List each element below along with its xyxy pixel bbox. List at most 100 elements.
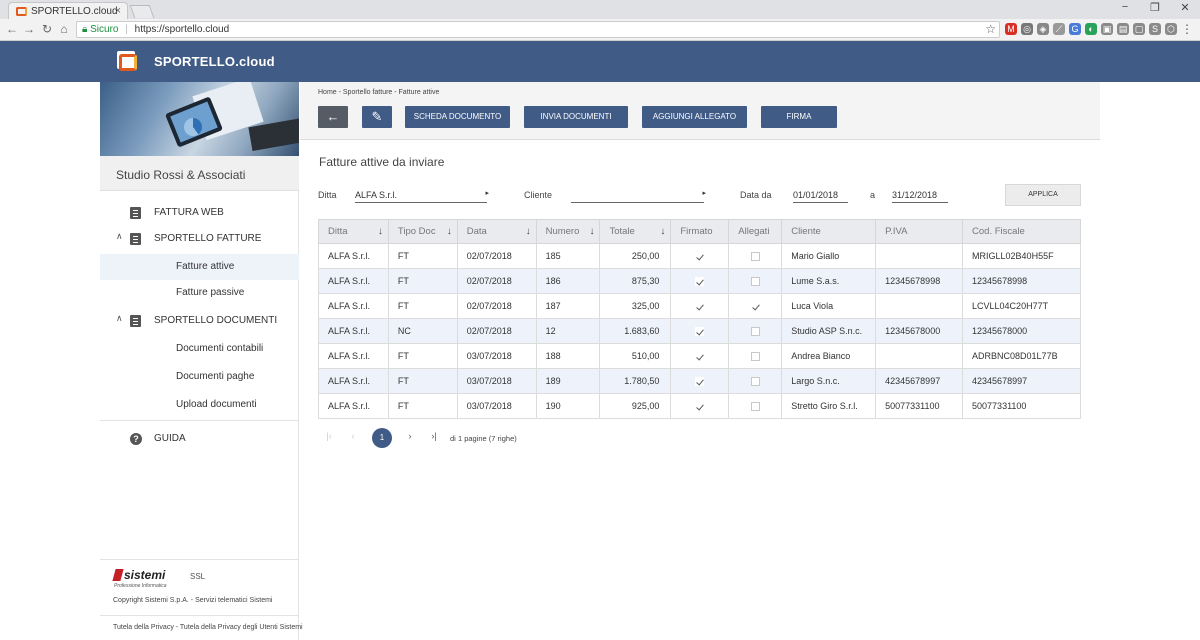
allegati-checkbox[interactable] bbox=[750, 352, 760, 362]
table-row[interactable]: ALFA S.r.l. FT 02/07/2018 187 325,00 Luca Vio… bbox=[318, 293, 1081, 319]
table-row[interactable]: ALFA S.r.l. FT 03/07/2018 189 1.780,50 Largo … bbox=[318, 368, 1081, 394]
aggiungi-allegato-button[interactable]: AGGIUNGI ALLEGATO bbox=[642, 106, 747, 128]
back-button[interactable]: ← bbox=[318, 106, 348, 128]
table-row[interactable]: ALFA S.r.l. FT 02/07/2018 185 250,00 Mario Gi… bbox=[318, 243, 1081, 269]
sidebar-item-documenti-paghe[interactable]: Documenti paghe bbox=[100, 364, 299, 390]
sistemi-logo[interactable]: sistemi Professione Informatica bbox=[112, 568, 178, 589]
firmato-checkbox[interactable] bbox=[695, 327, 705, 337]
ditta-select[interactable]: ALFA S.r.l. ▸ bbox=[355, 186, 489, 203]
sidebar-item-guida[interactable]: ? GUIDA bbox=[100, 426, 299, 452]
sidebar-item-fatture-passive[interactable]: Fatture passive bbox=[100, 280, 299, 306]
last-page-icon[interactable]: ›| bbox=[428, 431, 440, 441]
sidebar-item-fatture-attive[interactable]: Fatture attive bbox=[100, 254, 299, 280]
table-row[interactable]: ALFA S.r.l. FT 02/07/2018 186 875,30 Lume S.a… bbox=[318, 268, 1081, 294]
allegati-checkbox[interactable] bbox=[750, 377, 760, 387]
allegati-checkbox[interactable] bbox=[750, 277, 760, 287]
column-header-data[interactable]: Data ↓ bbox=[456, 219, 537, 244]
translate-icon[interactable]: G bbox=[1069, 23, 1081, 35]
privacy-link[interactable]: Tutela della Privacy - Tutela della Priv… bbox=[113, 624, 303, 631]
cell-totale: 510,00 bbox=[599, 343, 672, 369]
firmato-checkbox[interactable] bbox=[695, 402, 705, 412]
app-logo-icon[interactable] bbox=[117, 51, 137, 71]
sidebar-item-sportello-documenti[interactable]: ∧ SPORTELLO DOCUMENTI bbox=[100, 308, 299, 334]
firmato-checkbox[interactable] bbox=[695, 277, 705, 287]
first-page-icon[interactable]: |‹ bbox=[323, 431, 335, 441]
chevron-up-icon[interactable]: ∧ bbox=[116, 313, 123, 324]
feather-ext-icon[interactable]: ⟋ bbox=[1053, 23, 1065, 35]
table-row[interactable]: ALFA S.r.l. FT 03/07/2018 188 510,00 Andrea B… bbox=[318, 343, 1081, 369]
grammar-icon[interactable]: ◐ bbox=[1085, 23, 1097, 35]
column-header-numero[interactable]: Numero ↓ bbox=[535, 219, 601, 244]
cell-ditta: ALFA S.r.l. bbox=[318, 393, 389, 419]
minimize-icon[interactable]: − bbox=[1114, 1, 1136, 13]
shield-ext-icon[interactable]: ◈ bbox=[1037, 23, 1049, 35]
close-window-icon[interactable]: ✕ bbox=[1174, 1, 1196, 14]
sort-down-icon[interactable]: ↓ bbox=[660, 226, 665, 237]
secure-label: Sicuro bbox=[90, 24, 119, 35]
firmato-checkbox[interactable] bbox=[695, 377, 705, 387]
allegati-checkbox[interactable] bbox=[750, 327, 760, 337]
firmato-checkbox[interactable] bbox=[695, 352, 705, 362]
firmato-checkbox[interactable] bbox=[695, 302, 705, 312]
sidebar-item-label: Fatture passive bbox=[176, 287, 245, 298]
column-header-totale[interactable]: Totale ↓ bbox=[599, 219, 672, 244]
home-icon[interactable]: ⌂ bbox=[57, 22, 71, 36]
new-tab-button[interactable] bbox=[129, 5, 155, 18]
cliente-select[interactable]: ▸ bbox=[571, 186, 706, 203]
url-field[interactable]: 🔒︎ Sicuro | https://sportello.cloud ☆ bbox=[76, 21, 1000, 38]
ext-gray-1-icon[interactable]: ▣ bbox=[1101, 23, 1113, 35]
ext-gray-4-icon[interactable]: ⬡ bbox=[1165, 23, 1177, 35]
prev-page-icon[interactable]: ‹ bbox=[347, 431, 359, 441]
sort-down-icon[interactable]: ↓ bbox=[447, 226, 452, 237]
data-a-field[interactable]: 31/12/2018 bbox=[892, 186, 948, 203]
sidebar-item-sportello-fatture[interactable]: ∧ SPORTELLO FATTURE bbox=[100, 226, 299, 252]
table-row[interactable]: ALFA S.r.l. FT 03/07/2018 190 925,00 Stretto … bbox=[318, 393, 1081, 419]
invia-documenti-button[interactable]: INVIA DOCUMENTI bbox=[524, 106, 628, 128]
forward-nav-icon[interactable]: → bbox=[22, 22, 36, 36]
sidebar-item-fattura-web[interactable]: FATTURA WEB bbox=[100, 200, 299, 226]
gmail-icon[interactable]: M bbox=[1005, 23, 1017, 35]
edit-button[interactable]: ✎ bbox=[362, 106, 392, 128]
table-row[interactable]: ALFA S.r.l. NC 02/07/2018 12 1.683,60 Studio … bbox=[318, 318, 1081, 344]
ext-gray-3-icon[interactable]: ▢ bbox=[1133, 23, 1145, 35]
sidebar-item-label: GUIDA bbox=[154, 433, 186, 444]
bookmark-star-icon[interactable]: ☆ bbox=[985, 22, 996, 36]
menu-dots-icon[interactable]: ⋮ bbox=[1181, 23, 1193, 35]
current-page-button[interactable]: 1 bbox=[372, 428, 392, 448]
column-header-tipo-doc[interactable]: Tipo Doc ↓ bbox=[387, 219, 458, 244]
sort-down-icon[interactable]: ↓ bbox=[378, 226, 383, 237]
chevron-up-icon[interactable]: ∧ bbox=[116, 231, 123, 242]
back-nav-icon[interactable]: ← bbox=[5, 22, 19, 36]
ext-gray-2-icon[interactable]: ▤ bbox=[1117, 23, 1129, 35]
restore-icon[interactable]: ❐ bbox=[1144, 1, 1166, 14]
cell-data: 02/07/2018 bbox=[456, 293, 537, 319]
opera-icon[interactable]: ◎ bbox=[1021, 23, 1033, 35]
breadcrumb[interactable]: Home - Sportello fatture - Fatture attiv… bbox=[318, 89, 439, 96]
sidebar-item-documenti-contabili[interactable]: Documenti contabili bbox=[100, 336, 299, 362]
cell-allegati bbox=[728, 243, 783, 269]
sort-down-icon[interactable]: ↓ bbox=[589, 226, 594, 237]
allegati-checkbox[interactable] bbox=[750, 402, 760, 412]
close-tab-icon[interactable]: × bbox=[115, 5, 121, 17]
column-header-ditta[interactable]: Ditta ↓ bbox=[318, 219, 389, 244]
scheda-documento-button[interactable]: SCHEDA DOCUMENTO bbox=[405, 106, 510, 128]
cell-piva bbox=[875, 343, 964, 369]
firma-button[interactable]: FIRMA bbox=[761, 106, 837, 128]
sort-down-icon[interactable]: ↓ bbox=[526, 226, 531, 237]
data-da-field[interactable]: 01/01/2018 bbox=[793, 186, 848, 203]
applica-button[interactable]: APPLICA bbox=[1005, 184, 1081, 206]
skype-icon[interactable]: S bbox=[1149, 23, 1161, 35]
copyright-text: Copyright Sistemi S.p.A. - Servizi telem… bbox=[113, 597, 273, 604]
allegati-checkbox[interactable] bbox=[750, 302, 760, 312]
firmato-checkbox[interactable] bbox=[695, 252, 705, 262]
next-page-icon[interactable]: › bbox=[404, 431, 416, 441]
cell-ditta: ALFA S.r.l. bbox=[318, 268, 389, 294]
reload-icon[interactable]: ↻ bbox=[40, 22, 54, 36]
cell-piva bbox=[875, 293, 964, 319]
table-body: ALFA S.r.l. FT 02/07/2018 185 250,00 Mario Gi… bbox=[318, 243, 1081, 419]
cell-totale: 250,00 bbox=[599, 243, 672, 269]
browser-tab[interactable]: SPORTELLO.cloud × bbox=[8, 2, 128, 19]
cell-cod-fiscale: 12345678000 bbox=[962, 318, 1081, 344]
allegati-checkbox[interactable] bbox=[750, 252, 760, 262]
sidebar-item-upload-documenti[interactable]: Upload documenti bbox=[100, 392, 299, 418]
